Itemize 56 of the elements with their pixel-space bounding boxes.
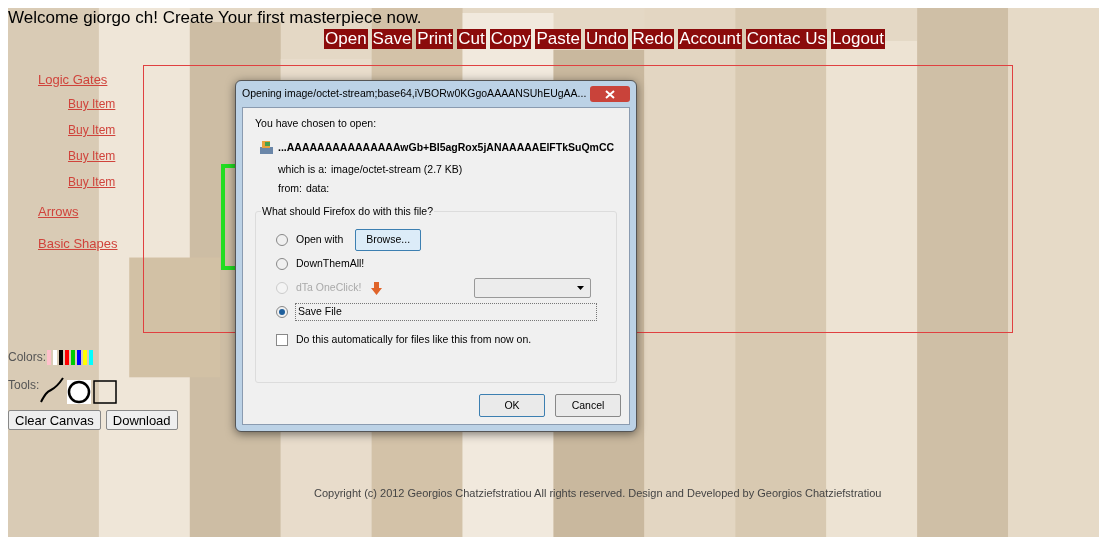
- file-name: ...AAAAAAAAAAAAAAAwGb+BI5agRox5jANAAAAAElFTkSuQmCC: [278, 139, 615, 155]
- auto-checkbox[interactable]: [276, 333, 288, 346]
- caret-icon: [577, 286, 585, 290]
- menu-link[interactable]: Cut: [457, 29, 486, 49]
- handler-dropdown[interactable]: [474, 278, 592, 298]
- color-swatch[interactable]: [77, 349, 81, 365]
- menu-link[interactable]: Open: [324, 29, 368, 49]
- option-label[interactable]: Open with: [296, 232, 344, 248]
- type-label: which is a:: [278, 161, 328, 177]
- radio-button[interactable]: [276, 234, 288, 246]
- menu-link[interactable]: Paste: [535, 29, 581, 49]
- color-swatch[interactable]: [47, 349, 51, 365]
- menu-link[interactable]: Save: [371, 29, 413, 49]
- menu-link[interactable]: Undo: [584, 29, 628, 49]
- menu-link[interactable]: Logout: [831, 29, 886, 49]
- cancel-button[interactable]: Cancel: [555, 394, 621, 417]
- from-label: from:: [278, 181, 302, 197]
- from-value: data:: [305, 181, 330, 197]
- browse-button[interactable]: Browse...: [355, 229, 422, 251]
- type-value: image/octet-stream (2.7 KB): [331, 161, 463, 177]
- option-label[interactable]: DownThemAll!: [296, 256, 365, 272]
- file-icon: [259, 140, 274, 156]
- page-button[interactable]: Clear Canvas: [8, 410, 101, 430]
- tools-label: Tools:: [8, 377, 40, 394]
- copyright-text: Copyright (c) 2012 Georgios Chatziefstratiou All rights reserved. Design and Developed by Georgios Chatziefstratiou: [313, 486, 883, 501]
- color-swatch[interactable]: [53, 349, 57, 365]
- square-icon[interactable]: [93, 380, 118, 404]
- close-button[interactable]: [590, 86, 630, 102]
- buy-item-link[interactable]: Buy Item: [8, 175, 143, 189]
- close-icon: [605, 89, 615, 99]
- radio-button[interactable]: [276, 258, 288, 270]
- menu-link[interactable]: Print: [416, 29, 454, 49]
- option-label[interactable]: Save File: [296, 304, 596, 320]
- color-swatch[interactable]: [83, 349, 87, 365]
- buy-item-link[interactable]: Buy Item: [8, 97, 143, 111]
- buy-item-link[interactable]: Buy Item: [8, 149, 143, 163]
- page-button[interactable]: Download: [105, 410, 178, 430]
- colors-label: Colors:: [8, 349, 46, 366]
- dialog-title: Opening image/octet-stream;base64,iVBORw0KGgoAAAANSUhEUgAA...: [242, 86, 587, 102]
- menu-link[interactable]: Account: [678, 29, 742, 49]
- auto-label: Do this automatically for files like this from now on.: [296, 332, 532, 347]
- intro-text: You have chosen to open:: [255, 116, 378, 131]
- menu-link[interactable]: Redo: [631, 29, 675, 49]
- welcome-heading: Welcome giorgo ch! Create Your first masterpiece now.: [8, 8, 423, 28]
- radio-button[interactable]: [276, 306, 288, 318]
- color-swatch[interactable]: [71, 349, 75, 365]
- buy-item-link[interactable]: Buy Item: [8, 123, 143, 137]
- menu-link[interactable]: Contac Us: [745, 29, 828, 49]
- ok-button[interactable]: OK: [479, 394, 545, 417]
- menu-link[interactable]: Copy: [489, 29, 532, 49]
- arrow-down-icon: [371, 281, 383, 295]
- color-swatch[interactable]: [65, 349, 69, 365]
- line-icon[interactable]: [39, 376, 66, 404]
- circle-icon[interactable]: [67, 380, 92, 404]
- color-swatch[interactable]: [89, 349, 93, 365]
- color-swatch[interactable]: [59, 349, 63, 365]
